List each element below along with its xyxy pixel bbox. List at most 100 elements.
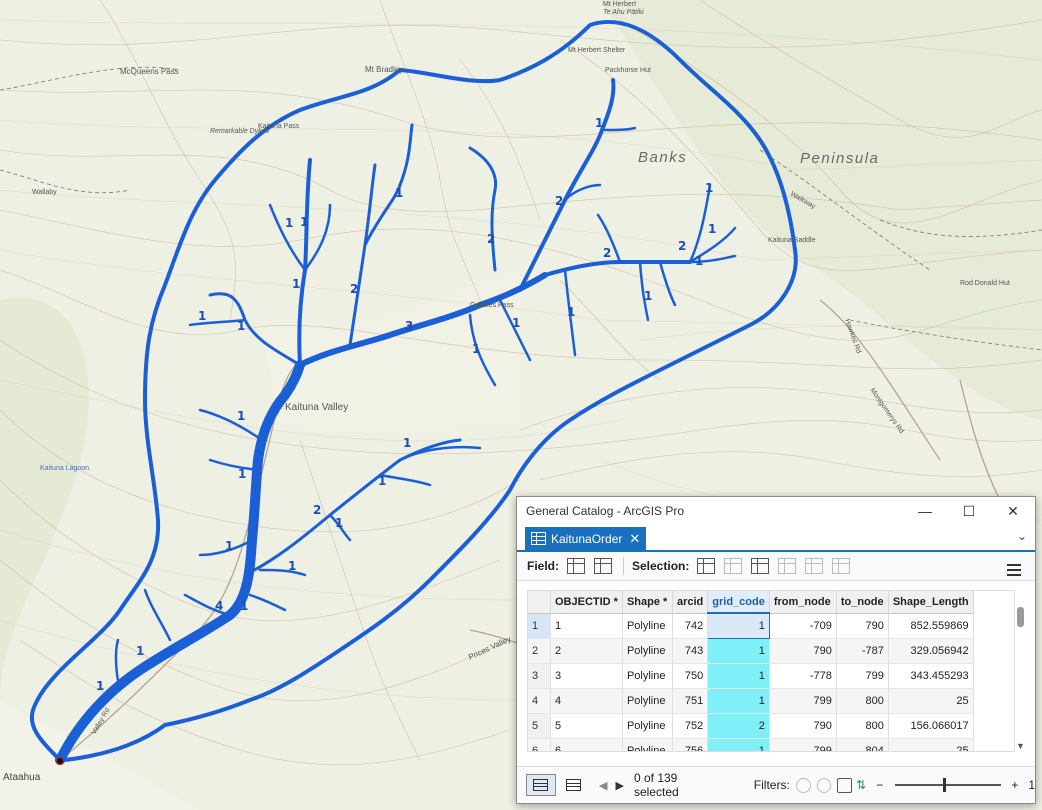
cell-grid-code[interactable]: 2: [707, 713, 770, 739]
cell-arcid[interactable]: 750: [672, 663, 709, 689]
table-row[interactable]: 6 6 Polyline 756 1 799 804 25: [528, 738, 974, 751]
sort-arrows-icon[interactable]: ⇅: [856, 778, 866, 792]
cell-from-node[interactable]: 790: [769, 638, 837, 664]
add-field-icon[interactable]: [567, 558, 585, 574]
cell-shape[interactable]: Polyline: [622, 663, 673, 689]
place-label: Kaituna Saddle: [768, 237, 816, 244]
cell-to-node[interactable]: -787: [836, 638, 889, 664]
zoom-to-selection-icon[interactable]: [724, 558, 743, 574]
column-header[interactable]: from_node: [769, 591, 837, 614]
cell-shape[interactable]: Polyline: [622, 613, 673, 639]
table-row[interactable]: 2 2 Polyline 743 1 790 -787 329.056942: [528, 638, 974, 664]
cell-shape-length[interactable]: 329.056942: [888, 638, 974, 664]
zoom-out-button[interactable]: −: [876, 778, 883, 792]
calculate-field-icon[interactable]: [594, 558, 612, 574]
filter-definition-icon[interactable]: [837, 777, 853, 793]
clear-selection-icon[interactable]: [778, 558, 797, 574]
row-header-corner[interactable]: [528, 591, 551, 614]
title-bar[interactable]: General Catalog - ArcGIS Pro — ☐ ✕: [517, 497, 1035, 525]
cell-from-node[interactable]: 790: [769, 713, 837, 739]
row-number: 6: [528, 738, 551, 751]
previous-record-icon[interactable]: ◀: [599, 779, 607, 792]
column-header[interactable]: to_node: [836, 591, 889, 614]
vertical-scrollbar[interactable]: ▼: [1015, 605, 1027, 751]
cell-grid-code[interactable]: 1: [707, 663, 770, 689]
zoom-slider[interactable]: [895, 778, 1002, 792]
menu-icon[interactable]: [1007, 564, 1021, 576]
cell-objectid[interactable]: 2: [550, 638, 623, 664]
cell-shape[interactable]: Polyline: [622, 638, 673, 664]
cell-shape[interactable]: Polyline: [622, 688, 673, 714]
cell-arcid[interactable]: 742: [672, 613, 709, 639]
show-all-records-button[interactable]: [526, 774, 556, 796]
column-header[interactable]: arcid: [672, 591, 709, 614]
cell-to-node[interactable]: 790: [836, 613, 889, 639]
order-label: 1: [708, 222, 716, 236]
cell-to-node[interactable]: 800: [836, 688, 889, 714]
cell-shape-length[interactable]: 25: [888, 688, 974, 714]
scrollbar-thumb[interactable]: [1017, 607, 1024, 627]
order-label: 1: [292, 277, 300, 291]
cell-to-node[interactable]: 800: [836, 713, 889, 739]
cell-from-node[interactable]: 799: [769, 688, 837, 714]
attribute-table-window[interactable]: General Catalog - ArcGIS Pro — ☐ ✕ Kaitu…: [516, 496, 1036, 804]
cell-grid-code[interactable]: 1: [707, 612, 770, 639]
cell-shape[interactable]: Polyline: [622, 713, 673, 739]
column-header[interactable]: Shape *: [622, 591, 673, 614]
cell-arcid[interactable]: 756: [672, 738, 709, 751]
switch-selection-icon[interactable]: [751, 558, 770, 574]
cell-arcid[interactable]: 743: [672, 638, 709, 664]
cell-from-node[interactable]: -778: [769, 663, 837, 689]
order-label: 1: [705, 181, 713, 195]
zoom-slider-thumb[interactable]: [943, 778, 947, 792]
delete-selection-icon[interactable]: [805, 558, 824, 574]
next-record-icon[interactable]: ▶: [616, 779, 624, 792]
place-label: Peninsula: [800, 150, 879, 167]
show-selected-records-button[interactable]: [560, 775, 588, 795]
cell-from-node[interactable]: 799: [769, 738, 837, 751]
column-header[interactable]: OBJECTID *: [550, 591, 623, 614]
cell-shape-length[interactable]: 25: [888, 738, 974, 751]
attribute-grid[interactable]: OBJECTID * Shape * arcid grid_code from_…: [527, 590, 1015, 752]
cell-grid-code[interactable]: 1: [707, 688, 770, 714]
column-header[interactable]: grid_code: [707, 591, 770, 614]
cell-grid-code[interactable]: 1: [707, 738, 770, 751]
cell-to-node[interactable]: 799: [836, 663, 889, 689]
cell-objectid[interactable]: 3: [550, 663, 623, 689]
table-row[interactable]: 4 4 Polyline 751 1 799 800 25: [528, 688, 974, 714]
table-row[interactable]: 1 1 Polyline 742 1 -709 790 852.559869: [528, 612, 974, 639]
minimize-button[interactable]: —: [903, 497, 947, 525]
filter-extent-icon[interactable]: [795, 777, 811, 793]
cell-shape-length[interactable]: 852.559869: [888, 613, 974, 639]
cell-objectid[interactable]: 4: [550, 688, 623, 714]
cell-arcid[interactable]: 751: [672, 688, 709, 714]
maximize-button[interactable]: ☐: [947, 497, 991, 525]
cell-objectid[interactable]: 1: [550, 613, 623, 639]
tab-menu-chevron-icon[interactable]: ⌄: [1017, 529, 1027, 543]
cell-shape-length[interactable]: 156.066017: [888, 713, 974, 739]
scroll-down-icon[interactable]: ▼: [1016, 741, 1025, 751]
order-label: 1: [198, 309, 206, 323]
tab-close-icon[interactable]: ✕: [629, 531, 640, 547]
column-header[interactable]: Shape_Length: [888, 591, 974, 614]
cell-shape-length[interactable]: 343.455293: [888, 663, 974, 689]
table-row[interactable]: 3 3 Polyline 750 1 -778 799 343.455293: [528, 663, 974, 689]
select-by-attributes-icon[interactable]: [697, 558, 716, 574]
cell-grid-code[interactable]: 1: [707, 638, 770, 664]
cell-objectid[interactable]: 5: [550, 713, 623, 739]
tab-kaitunaorder[interactable]: KaitunaOrder ✕: [525, 527, 647, 550]
cell-objectid[interactable]: 6: [550, 738, 623, 751]
filter-selection-icon[interactable]: [816, 777, 832, 793]
place-label: Banks: [638, 149, 687, 166]
toolbar-divider: [623, 557, 624, 575]
cell-to-node[interactable]: 804: [836, 738, 889, 751]
outlet-point[interactable]: [55, 756, 65, 766]
zoom-in-button[interactable]: +: [1011, 778, 1018, 792]
cell-arcid[interactable]: 752: [672, 713, 709, 739]
close-button[interactable]: ✕: [991, 497, 1035, 525]
cell-shape[interactable]: Polyline: [622, 738, 673, 751]
table-row[interactable]: 5 5 Polyline 752 2 790 800 156.066017: [528, 713, 974, 739]
cell-from-node[interactable]: -709: [769, 613, 837, 639]
copy-selection-icon[interactable]: [832, 558, 851, 574]
place-label: Mt Bradley: [365, 65, 403, 74]
